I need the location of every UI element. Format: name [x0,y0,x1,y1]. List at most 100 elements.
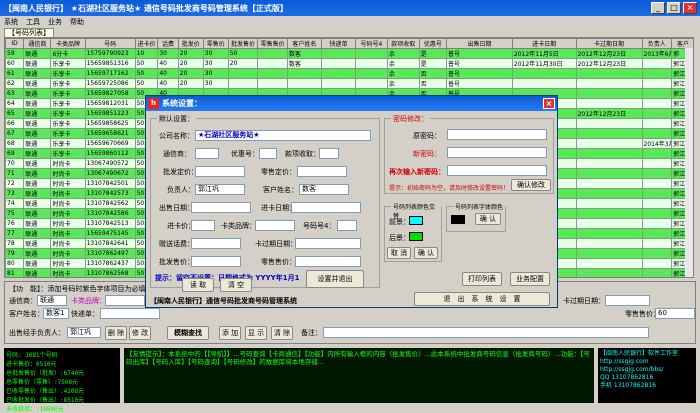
brand-select[interactable] [255,220,295,231]
menu-business[interactable]: 业务 [48,17,62,27]
menu-help[interactable]: 帮助 [70,17,84,27]
brand-select[interactable] [105,295,145,306]
table-cell [575,118,643,129]
business-config-button[interactable]: 业务配置 [510,272,550,286]
front-color-swatch[interactable] [409,216,423,225]
column-header[interactable]: 卡过期日期 [575,38,643,49]
menu-tools[interactable]: 工具 [26,17,40,27]
expire-input[interactable] [295,238,361,249]
customer-input[interactable]: 数客1 [43,308,69,319]
column-header[interactable]: 客户 [671,38,693,49]
customer-input[interactable]: 数客 [299,184,349,195]
table-cell: 73 [5,188,25,199]
print-list-button[interactable]: 打印列表 [462,272,502,286]
table-cell [257,58,288,69]
font-color-swatch[interactable] [451,215,465,224]
column-header[interactable]: 号码 [84,38,136,49]
wholesale-sale-input[interactable] [191,256,241,267]
new-password-label: 新密码： [413,150,441,158]
column-header[interactable]: 款项收取 [386,38,420,49]
menu-system[interactable]: 系统 [4,17,18,27]
column-header[interactable]: 通信商 [23,38,52,49]
table-cell: 20 [177,78,204,89]
color-cancel-button[interactable]: 取 消 [387,247,411,259]
column-header[interactable]: 卡类品牌 [50,38,86,49]
wholesale-input[interactable] [195,166,245,177]
table-cell: 联通 [23,198,52,209]
column-header[interactable]: 话费 [157,38,179,49]
retail-sale-input[interactable] [295,256,361,267]
column-header[interactable]: 快递单 [320,38,357,49]
column-header[interactable]: 优惠号 [418,38,447,49]
fund-select[interactable] [319,148,339,159]
credit-line[interactable]: http://ssgjg.com [600,358,694,366]
carrier-select[interactable] [195,148,219,159]
in-date-input[interactable] [291,202,361,213]
column-header[interactable]: 进卡价 [134,38,159,49]
table-row[interactable]: 59 联通 6分卡 15759790923 10 30 20 30 50 数客余是普号 2012年1… [5,48,693,59]
color-ok-button[interactable]: 确 认 [414,247,438,259]
retail-input[interactable] [297,166,347,177]
column-header[interactable]: 客户姓名 [286,38,322,49]
grid-scrollbar[interactable] [685,48,693,277]
password-modify-button[interactable]: 确认修改 [511,179,551,191]
table-cell: 联通 [23,68,52,79]
bonus-input[interactable] [191,238,241,249]
column-header[interactable]: 零售价 [202,38,229,49]
sale-date-input[interactable] [191,202,251,213]
minimize-button[interactable]: _ [651,2,665,14]
read-button[interactable]: 读 取 [182,278,214,292]
column-header[interactable]: 进卡日期 [511,38,577,49]
new-password-input[interactable] [447,147,547,158]
show-button[interactable]: 显 示 [245,326,267,340]
column-header[interactable]: 号码号4 [355,38,388,49]
in-price-input[interactable] [191,220,215,231]
table-cell [641,148,673,159]
company-input[interactable]: ★石湖社区服务站★ [195,130,371,141]
carrier-select[interactable]: 联通 [37,295,67,306]
clear-button[interactable]: 清 空 [220,278,252,292]
owner-input[interactable]: 郭江巩 [195,184,245,195]
fuzzy-search-button[interactable]: 模糊查找 [167,326,209,340]
brand-label: 卡类品牌： [71,297,106,305]
exit-settings-button[interactable]: 退 出 系 统 设 置 [414,292,550,306]
window-titlebar: 【闽南人民银行】 ★石湖社区服务站★ 通信号码批发商号码管理系统【正式版】 _ … [0,0,700,16]
column-header[interactable]: 批发售价 [227,38,259,49]
clear-button[interactable]: 清 除 [271,326,293,340]
maximize-button[interactable]: □ [667,2,681,14]
express-input[interactable] [100,308,160,319]
table-row[interactable]: 62 联通 乐享卡 15659725086 50 40 20 30 余否普号 郭江巩 [5,78,693,89]
table-row[interactable]: 60 联通 乐享卡 15659851316 50 40 20 30 20 数客余是普号 2012年1… [5,58,693,69]
dialog-close-button[interactable]: × [543,98,555,109]
table-cell: 13067490672 [84,168,136,179]
num4-select[interactable] [337,220,357,231]
remark-input[interactable] [323,327,649,338]
table-cell: 50 [134,68,159,79]
table-cell: 普号 [445,58,513,69]
column-header[interactable]: 出售日期 [445,38,513,49]
column-header[interactable]: ID [5,38,25,49]
table-row[interactable]: 61 联通 乐享卡 15659717162 50 40 20 30 余否普号 郭江巩 [5,68,693,79]
apply-exit-button[interactable]: 设置并退出 [306,270,364,288]
discount-select[interactable] [259,148,277,159]
font-color-ok-button[interactable]: 确 认 [475,213,501,225]
column-header[interactable]: 零售售价 [257,38,288,49]
delete-button[interactable]: 删 除 [105,326,127,340]
table-cell [641,68,673,79]
credit-line[interactable]: http://ssgjg.com/bbs/ [600,366,694,374]
confirm-password-input[interactable] [447,165,547,176]
column-header[interactable]: 批发价 [177,38,204,49]
modify-button[interactable]: 修 改 [129,326,151,340]
table-cell [320,58,357,69]
card-expire-input[interactable] [605,295,650,306]
add-button[interactable]: 添 加 [219,326,241,340]
column-header[interactable]: 负责人 [641,38,673,49]
old-password-input[interactable] [447,129,547,140]
close-button[interactable]: × [683,2,697,14]
table-cell [641,258,673,269]
seller-input[interactable]: 郭江巩 [67,327,101,338]
back-color-swatch[interactable] [409,232,423,241]
summary-line: 号码: 1081个号码 [6,352,58,359]
retail-sale-input[interactable]: 60 [655,308,695,319]
summary-panel: 号码: 1081个号码 进卡售价：0510元 总批发售价（批发）:6740元 总… [4,348,120,413]
